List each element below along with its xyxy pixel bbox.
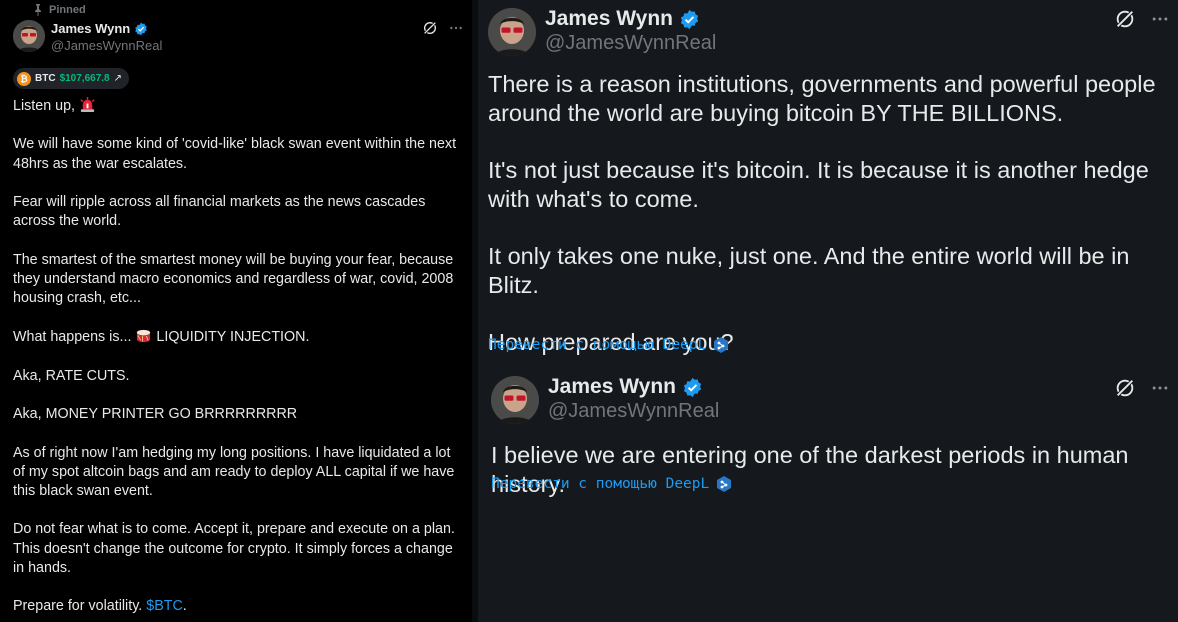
- author-handle[interactable]: @JamesWynnReal: [51, 38, 162, 53]
- paragraph: As of right now I'am hedging my long pos…: [13, 444, 455, 499]
- paragraph: Prepare for volatility. $BTC.: [13, 598, 187, 615]
- more-options-icon[interactable]: [1150, 378, 1170, 398]
- deepl-icon: [714, 337, 729, 353]
- more-options-icon[interactable]: [1150, 9, 1170, 29]
- translate-link[interactable]: Перевести с помощью DeepL: [491, 475, 733, 493]
- grok-icon[interactable]: [422, 20, 438, 36]
- tweet-actions: [1114, 8, 1170, 30]
- pinned-label: Pinned: [49, 4, 86, 16]
- translate-link[interactable]: Перевести с помощью DeepL: [488, 336, 730, 354]
- paragraph: Aka, MONEY PRINTER GO BRRRRRRRRR: [13, 406, 298, 423]
- paragraph: Aka, RATE CUTS.: [13, 367, 130, 384]
- tweet-text: Listen up, We will have some kind of 'co…: [13, 96, 463, 622]
- tweet-actions: [1114, 377, 1170, 399]
- btc-price-chip[interactable]: ₿ BTC $107,667.8 ↗: [13, 68, 130, 89]
- tweets-panel: James Wynn @JamesWynnReal There is a rea…: [478, 0, 1178, 622]
- ticker-price: $107,667.8: [59, 73, 110, 84]
- paragraph: It only takes one nuke, just one. And th…: [488, 243, 1130, 298]
- verified-badge-icon: [683, 377, 702, 397]
- paragraph: What happens is... LIQUIDITY INJECTION.: [13, 329, 310, 346]
- paragraph: There is a reason institutions, governme…: [488, 71, 1156, 126]
- external-arrow-icon: ↗: [113, 73, 123, 84]
- more-options-icon[interactable]: [448, 20, 464, 36]
- author-name[interactable]: James Wynn: [51, 21, 148, 36]
- pinned-tweet: Pinned James Wynn @JamesWynnReal ₿ BTC $…: [0, 0, 472, 622]
- author-name[interactable]: James Wynn: [548, 375, 703, 399]
- paragraph: It's not just because it's bitcoin. It i…: [488, 157, 1149, 212]
- siren-emoji-icon: [80, 96, 95, 113]
- pin-icon: [35, 4, 41, 16]
- pinned-indicator: Pinned: [33, 4, 86, 16]
- author-handle[interactable]: @JamesWynnReal: [545, 32, 716, 55]
- drum-emoji-icon: [137, 330, 151, 343]
- author-handle[interactable]: @JamesWynnReal: [548, 400, 719, 423]
- author-name[interactable]: James Wynn: [545, 7, 700, 31]
- grok-icon[interactable]: [1114, 8, 1136, 30]
- verified-badge-icon: [680, 9, 699, 29]
- avatar[interactable]: [488, 8, 536, 56]
- verified-badge-icon: [135, 22, 148, 35]
- tweet-actions: [422, 20, 464, 36]
- paragraph: Do not fear what is to come. Accept it, …: [13, 521, 455, 576]
- ticker-symbol: BTC: [35, 73, 56, 84]
- paragraph: Listen up,: [13, 96, 463, 116]
- paragraph: We will have some kind of 'covid-like' b…: [13, 136, 457, 172]
- deepl-icon: [717, 476, 732, 492]
- cashtag-link[interactable]: $BTC: [146, 598, 183, 614]
- paragraph: Fear will ripple across all financial ma…: [13, 193, 426, 230]
- bitcoin-icon: ₿: [17, 71, 31, 86]
- grok-icon[interactable]: [1114, 377, 1136, 399]
- avatar[interactable]: [491, 376, 539, 424]
- paragraph: The smartest of the smartest money will …: [13, 251, 454, 306]
- avatar[interactable]: [13, 20, 45, 52]
